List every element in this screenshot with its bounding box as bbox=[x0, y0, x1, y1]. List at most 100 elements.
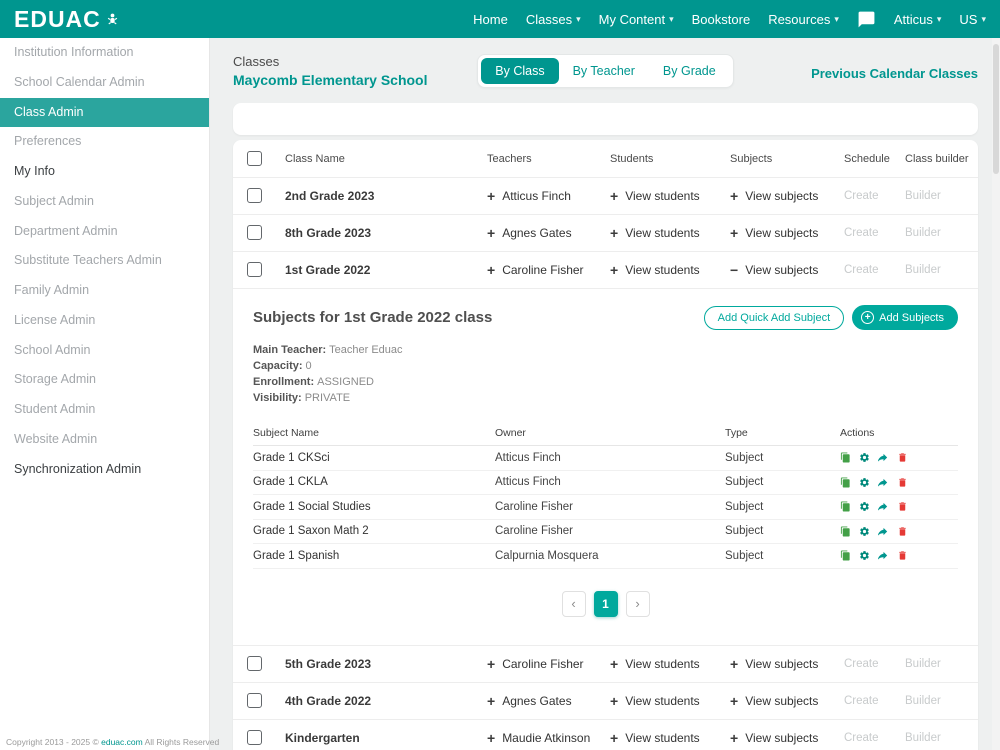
row-checkbox[interactable] bbox=[247, 262, 262, 278]
select-all-checkbox[interactable] bbox=[247, 151, 262, 166]
view-subjects-link[interactable]: View subjects bbox=[745, 694, 818, 708]
expand-subjects-icon[interactable]: + bbox=[730, 731, 738, 745]
sidebar-item-family-admin[interactable]: Family Admin bbox=[0, 276, 209, 306]
sidebar-item-class-admin[interactable]: Class Admin bbox=[0, 97, 209, 128]
sidebar-item-department-admin[interactable]: Department Admin bbox=[0, 217, 209, 247]
sidebar-item-license-admin[interactable]: License Admin bbox=[0, 306, 209, 336]
view-students-link[interactable]: View students bbox=[625, 694, 700, 708]
settings-icon[interactable] bbox=[859, 452, 870, 463]
nav-home[interactable]: Home bbox=[473, 12, 508, 27]
copy-subject-icon[interactable] bbox=[840, 477, 851, 488]
settings-icon[interactable] bbox=[859, 550, 870, 561]
class-builder-link[interactable]: Builder bbox=[905, 227, 941, 239]
messages-icon[interactable] bbox=[857, 10, 876, 29]
delete-icon[interactable] bbox=[897, 526, 908, 537]
share-icon[interactable] bbox=[878, 526, 889, 537]
nav-classes[interactable]: Classes ▾ bbox=[526, 12, 581, 27]
eduac-link[interactable]: eduac.com bbox=[101, 737, 143, 747]
expand-students-icon[interactable]: + bbox=[610, 226, 618, 240]
sidebar-item-student-admin[interactable]: Student Admin bbox=[0, 395, 209, 425]
settings-icon[interactable] bbox=[859, 526, 870, 537]
view-students-link[interactable]: View students bbox=[625, 263, 700, 277]
pagination-page-1-button[interactable]: 1 bbox=[593, 590, 618, 617]
share-icon[interactable] bbox=[878, 452, 889, 463]
create-schedule-link[interactable]: Create bbox=[844, 732, 879, 744]
view-students-link[interactable]: View students bbox=[625, 657, 700, 671]
collapse-subjects-icon[interactable]: − bbox=[730, 263, 738, 277]
expand-students-icon[interactable]: + bbox=[610, 189, 618, 203]
expand-teacher-icon[interactable]: + bbox=[487, 694, 495, 708]
nav-bookstore[interactable]: Bookstore bbox=[692, 12, 751, 27]
delete-icon[interactable] bbox=[897, 501, 908, 512]
expand-teacher-icon[interactable]: + bbox=[487, 657, 495, 671]
vertical-scrollbar[interactable] bbox=[992, 38, 1000, 750]
sidebar-item-storage-admin[interactable]: Storage Admin bbox=[0, 365, 209, 395]
expand-students-icon[interactable]: + bbox=[610, 694, 618, 708]
sidebar-item-school-admin[interactable]: School Admin bbox=[0, 336, 209, 366]
share-icon[interactable] bbox=[878, 477, 889, 488]
expand-teacher-icon[interactable]: + bbox=[487, 226, 495, 240]
expand-students-icon[interactable]: + bbox=[610, 731, 618, 745]
expand-students-icon[interactable]: + bbox=[610, 263, 618, 277]
copy-subject-icon[interactable] bbox=[840, 550, 851, 561]
delete-icon[interactable] bbox=[897, 477, 908, 488]
delete-icon[interactable] bbox=[897, 550, 908, 561]
add-subjects-button[interactable]: + Add Subjects bbox=[852, 305, 958, 330]
sidebar-item-website-admin[interactable]: Website Admin bbox=[0, 425, 209, 455]
view-by-teacher-button[interactable]: By Teacher bbox=[559, 58, 649, 84]
teacher-link[interactable]: Maudie Atkinson bbox=[502, 731, 590, 745]
share-icon[interactable] bbox=[878, 550, 889, 561]
expand-subjects-icon[interactable]: + bbox=[730, 657, 738, 671]
expand-subjects-icon[interactable]: + bbox=[730, 189, 738, 203]
view-students-link[interactable]: View students bbox=[625, 189, 700, 203]
nav-locale[interactable]: US ▾ bbox=[959, 12, 986, 27]
expand-subjects-icon[interactable]: + bbox=[730, 694, 738, 708]
create-schedule-link[interactable]: Create bbox=[844, 190, 879, 202]
copy-subject-icon[interactable] bbox=[840, 501, 851, 512]
class-builder-link[interactable]: Builder bbox=[905, 190, 941, 202]
row-checkbox[interactable] bbox=[247, 188, 262, 204]
sidebar-item-substitute-teachers-admin[interactable]: Substitute Teachers Admin bbox=[0, 246, 209, 276]
previous-calendar-classes-link[interactable]: Previous Calendar Classes bbox=[811, 66, 978, 81]
create-schedule-link[interactable]: Create bbox=[844, 227, 879, 239]
class-builder-link[interactable]: Builder bbox=[905, 264, 941, 276]
teacher-link[interactable]: Caroline Fisher bbox=[502, 263, 583, 277]
add-quick-add-subject-button[interactable]: Add Quick Add Subject bbox=[703, 305, 845, 330]
pagination-prev-button[interactable]: ‹ bbox=[561, 590, 586, 617]
settings-icon[interactable] bbox=[859, 477, 870, 488]
sidebar-item-school-calendar-admin[interactable]: School Calendar Admin bbox=[0, 68, 209, 98]
eduac-logo[interactable]: EDUAC bbox=[14, 7, 120, 31]
nav-resources[interactable]: Resources ▾ bbox=[768, 12, 839, 27]
class-builder-link[interactable]: Builder bbox=[905, 658, 941, 670]
view-students-link[interactable]: View students bbox=[625, 226, 700, 240]
view-subjects-link[interactable]: View subjects bbox=[745, 189, 818, 203]
delete-icon[interactable] bbox=[897, 452, 908, 463]
class-builder-link[interactable]: Builder bbox=[905, 732, 941, 744]
expand-students-icon[interactable]: + bbox=[610, 657, 618, 671]
nav-user-menu[interactable]: Atticus ▾ bbox=[894, 12, 942, 27]
class-builder-link[interactable]: Builder bbox=[905, 695, 941, 707]
view-by-class-button[interactable]: By Class bbox=[481, 58, 559, 84]
sidebar-item-my-info[interactable]: My Info bbox=[0, 157, 209, 187]
copy-subject-icon[interactable] bbox=[840, 526, 851, 537]
create-schedule-link[interactable]: Create bbox=[844, 695, 879, 707]
sidebar-item-preferences[interactable]: Preferences bbox=[0, 127, 209, 157]
expand-subjects-icon[interactable]: + bbox=[730, 226, 738, 240]
settings-icon[interactable] bbox=[859, 501, 870, 512]
view-students-link[interactable]: View students bbox=[625, 731, 700, 745]
pagination-next-button[interactable]: › bbox=[625, 590, 650, 617]
teacher-link[interactable]: Agnes Gates bbox=[502, 226, 571, 240]
row-checkbox[interactable] bbox=[247, 225, 262, 241]
create-schedule-link[interactable]: Create bbox=[844, 658, 879, 670]
copy-subject-icon[interactable] bbox=[840, 452, 851, 463]
row-checkbox[interactable] bbox=[247, 692, 262, 708]
row-checkbox[interactable] bbox=[247, 655, 262, 671]
row-checkbox[interactable] bbox=[247, 729, 262, 745]
view-subjects-link[interactable]: View subjects bbox=[745, 263, 818, 277]
share-icon[interactable] bbox=[878, 501, 889, 512]
view-subjects-link[interactable]: View subjects bbox=[745, 226, 818, 240]
scrollbar-thumb[interactable] bbox=[993, 44, 999, 174]
expand-teacher-icon[interactable]: + bbox=[487, 189, 495, 203]
view-subjects-link[interactable]: View subjects bbox=[745, 731, 818, 745]
teacher-link[interactable]: Agnes Gates bbox=[502, 694, 571, 708]
